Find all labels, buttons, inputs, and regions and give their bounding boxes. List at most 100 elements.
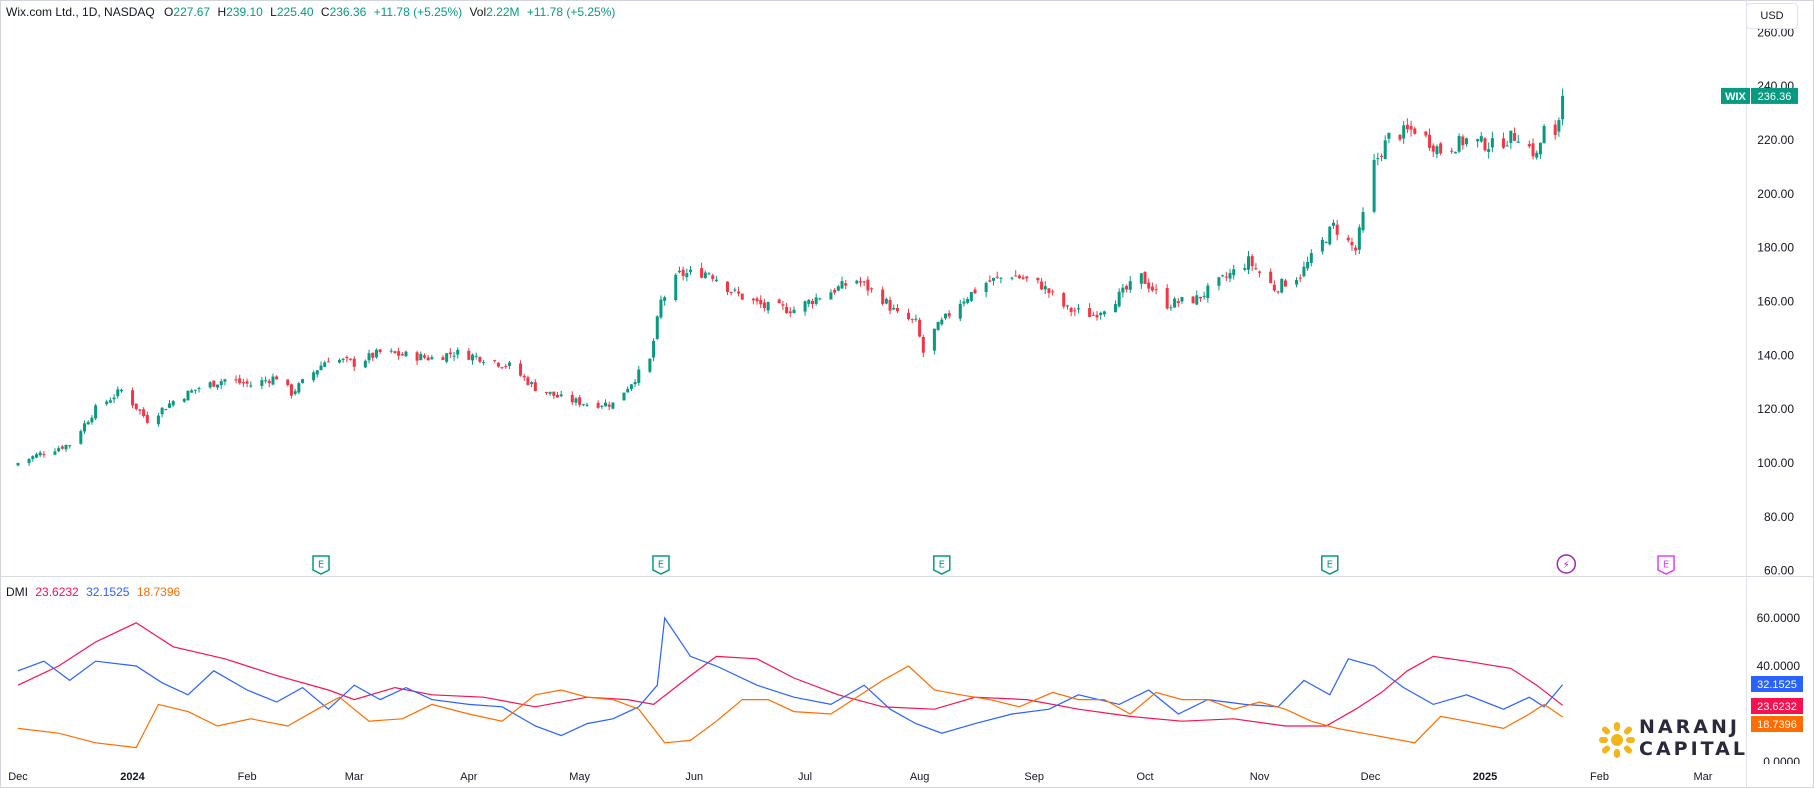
event-label: E: [1663, 560, 1669, 571]
candle-body: [1036, 277, 1040, 281]
candle-body: [966, 298, 970, 303]
candle-body: [544, 391, 548, 394]
candle-body: [212, 380, 216, 387]
candle-body: [1461, 136, 1465, 146]
candle-body: [522, 375, 526, 378]
candle-body: [1010, 277, 1014, 279]
earnings-event-marker-icon[interactable]: E: [652, 555, 670, 575]
candle-body: [1428, 134, 1432, 148]
candle-body: [422, 355, 426, 358]
price-axis-tick-label: 140.00: [1757, 348, 1794, 362]
candle-body: [1254, 268, 1258, 270]
candle-body: [973, 289, 977, 294]
earnings-event-marker-icon[interactable]: E: [933, 555, 951, 575]
candle-body: [910, 318, 914, 320]
earnings-event-marker-icon[interactable]: E: [1321, 555, 1339, 575]
candle-body: [496, 362, 500, 367]
candle-body: [1479, 136, 1483, 142]
candle-body: [1198, 296, 1202, 299]
candle-body: [156, 415, 160, 425]
candle-body: [940, 319, 944, 325]
candle-body: [345, 356, 349, 359]
candle-body: [1487, 149, 1491, 152]
candle-body: [1306, 262, 1310, 269]
candle-body: [1513, 133, 1517, 141]
low-value: 225.40: [276, 5, 314, 19]
candle-body: [397, 351, 401, 356]
candle-body: [60, 446, 64, 449]
candle-body: [733, 289, 737, 291]
candle-body: [27, 458, 31, 463]
earnings-event-marker-icon[interactable]: E: [312, 555, 330, 575]
candle-body: [700, 268, 704, 278]
logo-text-naranj: NARANJ: [1639, 716, 1740, 738]
candle-body: [792, 309, 796, 314]
candle-body: [1099, 312, 1103, 316]
candle-body: [578, 397, 582, 405]
candle-body: [186, 390, 190, 401]
candle-body: [419, 353, 423, 361]
candle-body: [530, 382, 534, 385]
candle-body: [1206, 285, 1210, 298]
candle-body: [1224, 276, 1228, 278]
candle-body: [1509, 130, 1513, 143]
dmi-legend: DMI 23.6232 32.1525 18.7396: [6, 585, 180, 599]
dmi-line-plus_di: [17, 616, 1564, 737]
candle-body: [574, 398, 578, 403]
time-axis-label: Jun: [685, 771, 704, 783]
earnings-event-marker-icon[interactable]: E: [1657, 555, 1675, 575]
candle-body: [445, 353, 449, 362]
logo-text-capital: CAPITAL: [1639, 738, 1748, 760]
candle-body: [168, 403, 172, 408]
price-axis-tick-label: 100.00: [1757, 456, 1794, 470]
dmi-tag-plus_di: 32.1525: [1757, 679, 1797, 691]
candle-body: [555, 394, 559, 398]
candle-body: [34, 454, 38, 458]
candle-body: [1346, 237, 1350, 241]
candle-body: [1180, 297, 1184, 302]
event-label: E: [318, 560, 324, 571]
candle-body: [164, 409, 168, 411]
candle-body: [1228, 273, 1232, 279]
candle-body: [810, 301, 814, 305]
price-pane[interactable]: 260.00240.00220.00200.00180.00160.00140.…: [0, 0, 1814, 576]
dmi-pane[interactable]: 60.0000 40.0000 0.0000 32.1525 23.6232 18.739…: [0, 576, 1814, 764]
candle-body: [1542, 125, 1546, 144]
symbol-title[interactable]: Wix.com Ltd., 1D, NASDAQ: [6, 5, 155, 19]
dmi-title[interactable]: DMI: [6, 585, 28, 599]
candle-body: [674, 274, 678, 300]
candle-body: [655, 316, 659, 339]
candle-body: [1450, 150, 1454, 152]
candle-body: [1173, 298, 1177, 308]
candle-body: [629, 384, 633, 389]
candle-body: [1128, 281, 1132, 290]
candle-body: [1501, 138, 1505, 148]
time-axis[interactable]: Dec 2024 Feb Mar Apr May Jun Jul Aug Sep Oct Nov Dec…: [0, 764, 1746, 788]
candle-body: [689, 269, 693, 272]
candle-body: [430, 357, 434, 360]
event-dividend-marker-icon[interactable]: ⚡: [1556, 554, 1577, 574]
candle-body: [585, 404, 589, 406]
candle-body: [870, 288, 874, 290]
candle-body: [400, 354, 404, 356]
candle-body: [685, 273, 689, 278]
candle-body: [260, 380, 264, 386]
candle-body: [441, 357, 445, 360]
candle-body: [725, 281, 729, 293]
candle-body: [83, 423, 87, 432]
candle-body: [1335, 224, 1339, 235]
candle-body: [1243, 268, 1247, 270]
candle-body: [1457, 135, 1461, 152]
candle-body: [881, 289, 885, 304]
candle-body: [999, 277, 1003, 279]
time-axis-label: Jul: [798, 771, 813, 783]
candle-body: [42, 454, 46, 456]
candle-body: [958, 303, 962, 319]
candle-body: [703, 272, 707, 279]
volume-value: 2.22M: [486, 5, 520, 19]
currency-button[interactable]: USD: [1746, 3, 1798, 29]
candle-body: [1424, 131, 1428, 136]
time-axis-label: Nov: [1249, 771, 1270, 783]
candle-body: [814, 297, 818, 304]
candle-body: [1025, 276, 1029, 279]
